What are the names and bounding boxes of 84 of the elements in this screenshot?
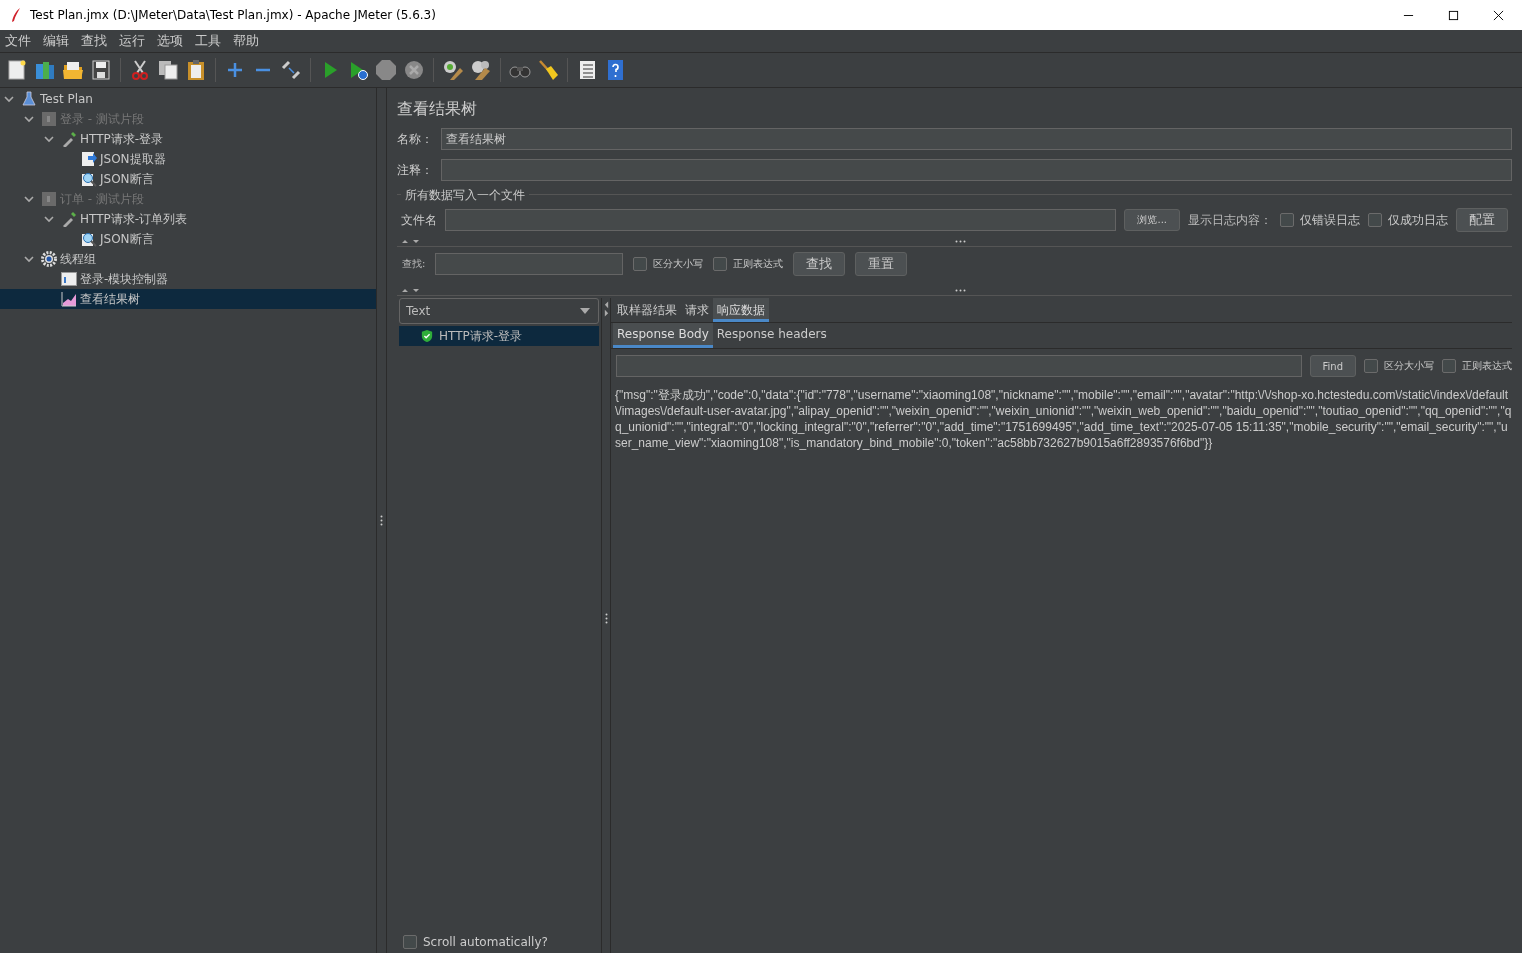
tab[interactable]: 响应数据	[713, 298, 769, 322]
collapse-icon[interactable]	[4, 94, 14, 104]
tab[interactable]: Response Body	[613, 323, 713, 348]
shutdown-icon[interactable]	[403, 59, 425, 81]
copy-icon[interactable]	[157, 59, 179, 81]
chart-icon	[61, 291, 77, 307]
tab[interactable]: 请求	[681, 298, 713, 322]
clipboard-icon[interactable]	[185, 59, 207, 81]
tree-item[interactable]: 查看结果树	[80, 290, 140, 308]
checkbox[interactable]	[1364, 359, 1378, 373]
response-body-text: {"msg":"登录成功","code":0,"data":{"id":"778","username":"xiaoming108","nickname":"","mobile":"","email":"","avatar":"http:\/\/shop-xo.hctestedu.com\/static\/index\/default\/images\/default-user-avatar.jpg","alipay_openid":"","weixin_openid":"","weixin_unionid":"","weixin_web_openid":"","baidu_openid":"","toutiao_openid":"","qq_openid":"","qq_unionid":"","integral":"0","locking_integral":"0","referrer":"0","add_time":"1751699495","add_time_text":"2025-07-05 15:11:35","mobile_security":"","email_security":"","user_name_view":"xiaoming108","is_mandatory_bind_mobile":0,"token":"ac58bb732627b9015a6ff2893576f6bd"}}	[614, 387, 1512, 451]
menu-item[interactable]: 查找	[81, 32, 107, 50]
browse-button[interactable]: 浏览...	[1124, 209, 1180, 231]
books-icon[interactable]	[34, 59, 56, 81]
window-icon	[61, 271, 77, 287]
tree-item[interactable]: 线程组	[60, 250, 96, 268]
fragment-icon	[41, 191, 57, 207]
open-folder-icon[interactable]	[62, 59, 84, 81]
field-label: 文件名	[401, 211, 437, 229]
split-handle[interactable]	[380, 515, 383, 526]
checkbox[interactable]	[1280, 213, 1294, 227]
find-button[interactable]: Find	[1309, 355, 1356, 377]
stop-icon[interactable]	[375, 59, 397, 81]
panel-title: 查看结果树	[397, 99, 478, 120]
pipette-icon	[61, 211, 77, 227]
gear-icon	[41, 251, 57, 267]
checkbox[interactable]	[403, 935, 417, 949]
section-title: 所有数据写入一个文件	[401, 188, 529, 202]
menu-item[interactable]: 文件	[5, 32, 31, 50]
config-button[interactable]: 配置	[1456, 208, 1508, 232]
split-handle[interactable]	[954, 288, 966, 292]
menu-item[interactable]: 编辑	[43, 32, 69, 50]
close-icon[interactable]	[1493, 9, 1504, 21]
search-label: 查找:	[402, 257, 426, 271]
dropdown-caret-icon	[580, 308, 590, 314]
checkbox-label: 仅错误日志	[1300, 211, 1360, 229]
checkbox[interactable]	[713, 257, 728, 271]
save-icon[interactable]	[90, 59, 112, 81]
search-field[interactable]	[435, 253, 624, 275]
find-field[interactable]	[616, 355, 1302, 377]
collapse-arrows-icon[interactable]	[401, 238, 421, 244]
collapse-icon[interactable]	[24, 254, 34, 264]
collapse-arrows-icon[interactable]	[401, 287, 421, 293]
field-label: 注释：	[397, 161, 434, 179]
split-handle[interactable]	[604, 613, 608, 624]
field-label: 名称：	[397, 130, 434, 148]
renderer-dropdown[interactable]: Text	[399, 298, 599, 324]
new-file-icon[interactable]	[6, 59, 28, 81]
maximize-icon[interactable]	[1448, 9, 1459, 21]
log-label: 显示日志内容：	[1188, 211, 1272, 229]
magnifier-icon	[81, 231, 97, 247]
comment-field[interactable]	[441, 159, 1512, 181]
checkbox-label: 正则表达式	[733, 257, 784, 271]
feather-icon	[10, 7, 22, 23]
collapse-arrows-icon[interactable]	[603, 300, 609, 318]
checkbox[interactable]	[1368, 213, 1382, 227]
checkbox-label: Scroll automatically?	[423, 935, 548, 949]
tab[interactable]: Response headers	[712, 323, 831, 348]
tab[interactable]: 取样器结果	[613, 298, 681, 322]
search-button[interactable]: 查找	[793, 252, 846, 276]
tree-item[interactable]: Test Plan	[40, 92, 93, 106]
checkbox[interactable]	[1442, 359, 1456, 373]
menu-item[interactable]: 帮助	[233, 32, 259, 50]
split-handle[interactable]	[954, 239, 966, 243]
tree-item[interactable]: 登录-模块控制器	[80, 270, 169, 288]
checkbox[interactable]	[633, 257, 648, 271]
checkbox-label: 仅成功日志	[1388, 211, 1448, 229]
search-button[interactable]: 重置	[855, 252, 908, 276]
result-item[interactable]: HTTP请求-登录	[399, 326, 599, 346]
broom-icon[interactable]	[537, 59, 559, 81]
menu-item[interactable]: 工具	[195, 32, 221, 50]
fragment-icon	[41, 111, 57, 127]
name-field[interactable]: 查看结果树	[441, 128, 1512, 150]
menu-item[interactable]: 运行	[119, 32, 145, 50]
scissors-icon[interactable]	[129, 59, 151, 81]
checkbox-label: 区分大小写	[1384, 359, 1434, 373]
checkbox-label: 区分大小写	[653, 257, 704, 271]
pipette-icon	[61, 131, 77, 147]
menu-item[interactable]: 选项	[157, 32, 183, 50]
window-title: Test Plan.jmx (D:\JMeter\Data\Test Plan.jmx) - Apache JMeter (5.6.3)	[30, 8, 436, 22]
filename-field[interactable]	[445, 209, 1117, 231]
checkbox-label: 正则表达式	[1462, 359, 1512, 373]
magnifier-icon	[81, 171, 97, 187]
flask-icon	[21, 91, 37, 107]
